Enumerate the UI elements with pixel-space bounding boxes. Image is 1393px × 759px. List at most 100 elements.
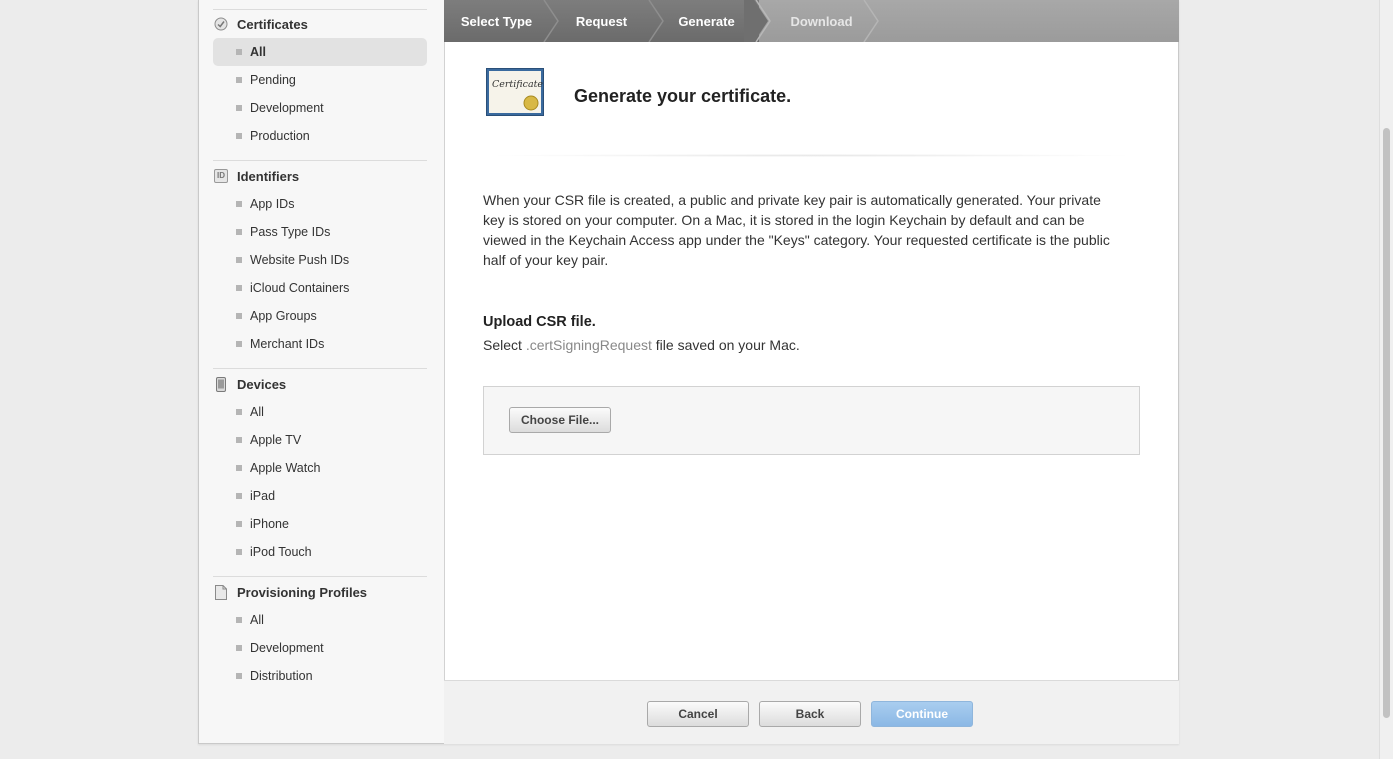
bullet-icon bbox=[236, 133, 242, 139]
footer-bar: Cancel Back Continue bbox=[444, 680, 1179, 744]
sidebar-header-label: Provisioning Profiles bbox=[237, 584, 368, 600]
sidebar-item-label: Apple TV bbox=[250, 433, 302, 447]
sidebar-item-label: All bbox=[250, 405, 264, 419]
certificate-gear-icon bbox=[213, 16, 229, 32]
bullet-icon bbox=[236, 77, 242, 83]
sidebar-item-label: All bbox=[250, 45, 266, 59]
sidebar-header-identifiers[interactable]: ID Identifiers bbox=[213, 162, 427, 190]
bullet-icon bbox=[236, 257, 242, 263]
sidebar-item-app-ids[interactable]: App IDs bbox=[213, 190, 427, 218]
sidebar-item-profiles-all[interactable]: All bbox=[213, 606, 427, 634]
choose-file-button[interactable]: Choose File... bbox=[509, 407, 611, 433]
sidebar-header-label: Devices bbox=[237, 376, 287, 392]
sidebar-item-label: iPad bbox=[250, 489, 276, 503]
sidebar-header-label: Identifiers bbox=[237, 168, 300, 184]
sidebar-item-certificates-pending[interactable]: Pending bbox=[213, 66, 427, 94]
id-badge-text: ID bbox=[214, 169, 228, 183]
sidebar-divider bbox=[213, 368, 427, 369]
cancel-button[interactable]: Cancel bbox=[647, 701, 749, 727]
sidebar-item-label: Distribution bbox=[250, 669, 313, 683]
sidebar-item-label: Production bbox=[250, 129, 310, 143]
sidebar-item-label: Pending bbox=[250, 73, 296, 87]
id-badge-icon: ID bbox=[213, 168, 229, 184]
certificate-icon-text: Certificate bbox=[492, 79, 544, 90]
sidebar-item-website-push-ids[interactable]: Website Push IDs bbox=[213, 246, 427, 274]
sidebar-item-ipod-touch[interactable]: iPod Touch bbox=[213, 538, 427, 566]
bullet-icon bbox=[236, 493, 242, 499]
continue-button[interactable]: Continue bbox=[871, 701, 973, 727]
sidebar-item-app-groups[interactable]: App Groups bbox=[213, 302, 427, 330]
sidebar-item-pass-type-ids[interactable]: Pass Type IDs bbox=[213, 218, 427, 246]
upload-instructions-prefix: Select bbox=[483, 337, 526, 353]
bullet-icon bbox=[236, 645, 242, 651]
sidebar-item-label: App Groups bbox=[250, 309, 317, 323]
sidebar-item-merchant-ids[interactable]: Merchant IDs bbox=[213, 330, 427, 358]
bullet-icon bbox=[236, 521, 242, 527]
sidebar-header-devices[interactable]: Devices bbox=[213, 370, 427, 398]
sidebar: Certificates All Pending Development Pro… bbox=[199, 0, 445, 743]
sidebar-section-certificates: Certificates All Pending Development Pro… bbox=[213, 10, 427, 150]
main-content: Select Type Request Generate Download Ce… bbox=[444, 0, 1179, 744]
bullet-icon bbox=[236, 465, 242, 471]
sidebar-item-certificates-all[interactable]: All bbox=[213, 38, 427, 66]
sidebar-item-label: iPod Touch bbox=[250, 545, 312, 559]
sidebar-section-identifiers: ID Identifiers App IDs Pass Type IDs Web… bbox=[213, 162, 427, 358]
sidebar-section-profiles: Provisioning Profiles All Development Di… bbox=[213, 578, 427, 690]
upload-heading: Upload CSR file. bbox=[483, 314, 596, 330]
step-chevrons bbox=[543, 0, 879, 42]
sidebar-item-label: iPhone bbox=[250, 517, 289, 531]
bullet-icon bbox=[236, 549, 242, 555]
sidebar-divider bbox=[213, 160, 427, 161]
bullet-icon bbox=[236, 409, 242, 415]
sidebar-item-label: Apple Watch bbox=[250, 461, 321, 475]
upload-area: Choose File... bbox=[483, 386, 1140, 455]
sidebar-item-profiles-development[interactable]: Development bbox=[213, 634, 427, 662]
vertical-scrollbar[interactable] bbox=[1379, 0, 1393, 759]
sidebar-item-label: iCloud Containers bbox=[250, 281, 350, 295]
sidebar-item-iphone[interactable]: iPhone bbox=[213, 510, 427, 538]
step-breadcrumb: Select Type Request Generate Download bbox=[444, 0, 1179, 42]
sidebar-item-label: Website Push IDs bbox=[250, 253, 350, 267]
sidebar-item-label: Pass Type IDs bbox=[250, 225, 331, 239]
document-icon bbox=[213, 584, 229, 600]
upload-instructions-suffix: file saved on your Mac. bbox=[651, 337, 800, 353]
sidebar-item-apple-tv[interactable]: Apple TV bbox=[213, 426, 427, 454]
sidebar-item-certificates-production[interactable]: Production bbox=[213, 122, 427, 150]
sidebar-item-label: All bbox=[250, 613, 264, 627]
bullet-icon bbox=[236, 313, 242, 319]
sidebar-item-profiles-distribution[interactable]: Distribution bbox=[213, 662, 427, 690]
sidebar-item-apple-watch[interactable]: Apple Watch bbox=[213, 454, 427, 482]
sidebar-item-label: Development bbox=[250, 641, 324, 655]
page-title: Generate your certificate. bbox=[574, 86, 792, 106]
sidebar-section-devices: Devices All Apple TV Apple Watch iPad iP… bbox=[213, 370, 427, 566]
certificate-icon: Certificate bbox=[486, 68, 544, 116]
sidebar-header-profiles[interactable]: Provisioning Profiles bbox=[213, 578, 427, 606]
sidebar-item-icloud-containers[interactable]: iCloud Containers bbox=[213, 274, 427, 302]
scrollbar-thumb[interactable] bbox=[1383, 128, 1390, 718]
sidebar-item-certificates-development[interactable]: Development bbox=[213, 94, 427, 122]
bullet-icon bbox=[236, 341, 242, 347]
upload-instructions: Select .certSigningRequest file saved on… bbox=[483, 337, 800, 353]
bullet-icon bbox=[236, 437, 242, 443]
bullet-icon bbox=[236, 673, 242, 679]
sidebar-header-label: Certificates bbox=[237, 16, 308, 32]
section-divider bbox=[484, 154, 1139, 157]
sidebar-item-label: Development bbox=[250, 101, 324, 115]
bullet-icon bbox=[236, 201, 242, 207]
file-extension: .certSigningRequest bbox=[525, 337, 652, 353]
bullet-icon bbox=[236, 49, 242, 55]
bullet-icon bbox=[236, 229, 242, 235]
sidebar-item-devices-all[interactable]: All bbox=[213, 398, 427, 426]
bullet-icon bbox=[236, 285, 242, 291]
sidebar-item-ipad[interactable]: iPad bbox=[213, 482, 427, 510]
bullet-icon bbox=[236, 105, 242, 111]
sidebar-header-certificates[interactable]: Certificates bbox=[213, 10, 427, 38]
bullet-icon bbox=[236, 617, 242, 623]
sidebar-item-label: App IDs bbox=[250, 197, 295, 211]
description-text: When your CSR file is created, a public … bbox=[483, 192, 1110, 268]
device-phone-icon bbox=[213, 376, 229, 392]
sidebar-item-label: Merchant IDs bbox=[250, 337, 325, 351]
sidebar-divider bbox=[213, 576, 427, 577]
back-button[interactable]: Back bbox=[759, 701, 861, 727]
portal-frame: Certificates All Pending Development Pro… bbox=[198, 0, 1179, 744]
